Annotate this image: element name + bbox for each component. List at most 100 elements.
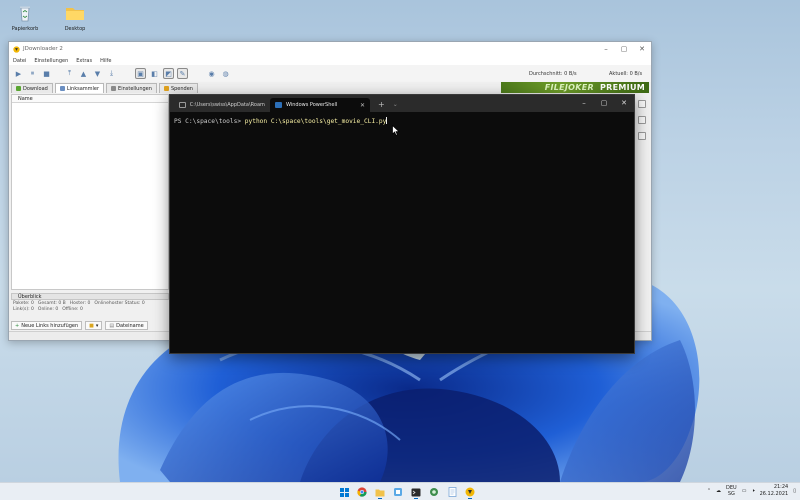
terminal-icon bbox=[179, 102, 186, 108]
premium-toggle-icon[interactable]: ✎ bbox=[177, 68, 188, 79]
windows-logo-icon bbox=[339, 487, 349, 497]
taskbar: ⌃ ☁ DEU SG ▭ 🕨 21:24 26.12.2021 ▯ bbox=[0, 482, 800, 500]
taskbar-app[interactable] bbox=[427, 485, 441, 499]
premium-banner[interactable]: FILEJOKER PREMIUM bbox=[501, 82, 649, 93]
linkgrabber-list[interactable]: Name bbox=[11, 94, 169, 290]
jdownloader-icon bbox=[465, 487, 475, 497]
current-speed: Aktuell: 0 B/s bbox=[609, 71, 643, 77]
desktop-icon-label: Desktop bbox=[64, 26, 86, 32]
sidebar-checkbox[interactable] bbox=[638, 132, 646, 140]
taskbar-app[interactable] bbox=[391, 485, 405, 499]
desktop-icon-folder[interactable]: Desktop bbox=[57, 4, 93, 32]
tab-linkgrabber[interactable]: Linksammler bbox=[54, 83, 105, 93]
plus-icon: + bbox=[15, 322, 20, 329]
taskbar-chrome[interactable] bbox=[355, 485, 369, 499]
menubar: Datei Einstellungen Extras Hilfe bbox=[9, 56, 651, 65]
reconnect-icon[interactable]: ◧ bbox=[149, 68, 160, 79]
column-header-name[interactable]: Name bbox=[12, 95, 168, 103]
move-up-icon[interactable]: ▲ bbox=[78, 68, 89, 79]
folder-dropdown-button[interactable]: ■ ▾ bbox=[85, 321, 103, 330]
premium-brand: FILEJOKER bbox=[544, 83, 595, 92]
app-icon bbox=[430, 488, 438, 496]
update-icon[interactable]: ◉ bbox=[206, 68, 217, 79]
play-icon[interactable]: ▶ bbox=[13, 68, 24, 79]
menu-settings[interactable]: Einstellungen bbox=[34, 58, 68, 64]
window-title: JDownloader 2 bbox=[23, 46, 63, 52]
toolbar: ▶ ⏸ ■ ⤒ ▲ ▼ ⤓ ▣ ◧ ◩ ✎ ◉ ◍ Durchschnitt: … bbox=[9, 65, 651, 82]
start-button[interactable] bbox=[337, 485, 351, 499]
tab-download[interactable]: Download bbox=[11, 83, 53, 93]
volume-icon[interactable]: 🕨 bbox=[751, 488, 754, 494]
terminal-output[interactable]: PS C:\space\tools> python C:\space\tools… bbox=[170, 112, 634, 130]
add-links-button[interactable]: + Neue Links hinzufügen bbox=[11, 321, 83, 330]
terminal-icon bbox=[411, 488, 421, 496]
chevron-down-icon: ▾ bbox=[95, 322, 99, 329]
system-tray: ⌃ ☁ DEU SG ▭ 🕨 21:24 26.12.2021 ▯ bbox=[707, 484, 796, 498]
maximize-button[interactable]: ▢ bbox=[594, 99, 614, 107]
tab-settings[interactable]: Einstellungen bbox=[106, 83, 157, 93]
stop-icon[interactable]: ■ bbox=[41, 68, 52, 79]
taskbar-jdownloader[interactable] bbox=[463, 485, 477, 499]
terminal-tab-label: C:\Users\swiss\AppData\Roamin bbox=[189, 102, 265, 108]
close-button[interactable]: ✕ bbox=[614, 99, 634, 107]
pause-icon[interactable]: ⏸ bbox=[27, 68, 38, 79]
menu-help[interactable]: Hilfe bbox=[100, 58, 111, 64]
chrome-icon bbox=[357, 487, 367, 497]
auto-reconnect-icon[interactable]: ◩ bbox=[163, 68, 174, 79]
menu-file[interactable]: Datei bbox=[13, 58, 26, 64]
folder-icon: ■ bbox=[89, 322, 94, 329]
new-tab-button[interactable]: + bbox=[378, 100, 385, 109]
tab-donate[interactable]: Spenden bbox=[158, 83, 198, 93]
taskbar-explorer[interactable] bbox=[373, 485, 387, 499]
screenshot-icon[interactable]: ◍ bbox=[220, 68, 231, 79]
minimize-button[interactable]: – bbox=[597, 45, 615, 53]
powershell-icon bbox=[275, 102, 282, 108]
minimize-button[interactable]: – bbox=[574, 99, 594, 107]
desktop-icon-label: Papierkorb bbox=[11, 26, 39, 32]
sidebar-checkbox[interactable] bbox=[638, 100, 646, 108]
premium-text: PREMIUM bbox=[600, 83, 645, 92]
chevron-up-icon[interactable]: ⌃ bbox=[707, 488, 711, 494]
jdownloader-titlebar[interactable]: JDownloader 2 – ▢ ✕ bbox=[9, 42, 651, 56]
tab-label: Download bbox=[23, 85, 48, 92]
terminal-tab-label: Windows PowerShell bbox=[286, 102, 338, 108]
input-language[interactable]: DEU SG bbox=[726, 485, 737, 497]
download-icon bbox=[16, 86, 21, 91]
close-button[interactable]: ✕ bbox=[633, 45, 651, 53]
tab-label: Einstellungen bbox=[118, 85, 152, 92]
maximize-button[interactable]: ▢ bbox=[615, 45, 633, 53]
overview-title: Überblick bbox=[11, 293, 169, 300]
donate-icon bbox=[163, 86, 169, 91]
desktop-icon-recycle-bin[interactable]: Papierkorb bbox=[7, 4, 43, 32]
move-top-icon[interactable]: ⤒ bbox=[64, 68, 75, 79]
overview-panel: Überblick Pakete: 0 Gesamt: 0 B Hoster: … bbox=[11, 293, 169, 319]
chevron-down-icon[interactable]: ⌄ bbox=[393, 101, 398, 108]
terminal-tabbar[interactable]: C:\Users\swiss\AppData\Roamin Windows Po… bbox=[170, 95, 634, 112]
sidebar-checkbox[interactable] bbox=[638, 116, 646, 124]
clipboard-observer-icon[interactable]: ▣ bbox=[135, 68, 146, 79]
terminal-tab-cmd[interactable]: C:\Users\swiss\AppData\Roamin bbox=[174, 98, 270, 112]
filename-sort-select[interactable]: ▤ Dateiname bbox=[105, 321, 148, 330]
app-icon bbox=[394, 488, 402, 496]
right-sidebar bbox=[638, 100, 648, 148]
taskbar-terminal[interactable] bbox=[409, 485, 423, 499]
text-cursor bbox=[386, 117, 388, 124]
close-tab-icon[interactable]: ✕ bbox=[360, 102, 365, 109]
cloud-icon[interactable]: ☁ bbox=[716, 488, 721, 494]
network-icon[interactable]: ▭ bbox=[742, 488, 747, 494]
move-bottom-icon[interactable]: ⤓ bbox=[106, 68, 117, 79]
terminal-window: C:\Users\swiss\AppData\Roamin Windows Po… bbox=[169, 94, 635, 354]
move-down-icon[interactable]: ▼ bbox=[92, 68, 103, 79]
menu-extras[interactable]: Extras bbox=[76, 58, 92, 64]
average-speed: Durchschnitt: 0 B/s bbox=[529, 71, 577, 77]
terminal-tab-powershell[interactable]: Windows PowerShell ✕ bbox=[270, 98, 370, 112]
notification-icon[interactable]: ▯ bbox=[793, 488, 796, 494]
taskbar-apps bbox=[337, 485, 477, 499]
tab-label: Linksammler bbox=[66, 85, 100, 92]
folder-icon bbox=[66, 8, 84, 20]
taskbar-notepad[interactable] bbox=[445, 485, 459, 499]
bottom-bar: + Neue Links hinzufügen ■ ▾ ▤ Dateiname bbox=[11, 320, 169, 331]
wrench-icon bbox=[111, 86, 117, 91]
main-tabs: Download Linksammler Einstellungen Spend… bbox=[9, 82, 651, 93]
clock[interactable]: 21:24 26.12.2021 bbox=[760, 484, 789, 498]
